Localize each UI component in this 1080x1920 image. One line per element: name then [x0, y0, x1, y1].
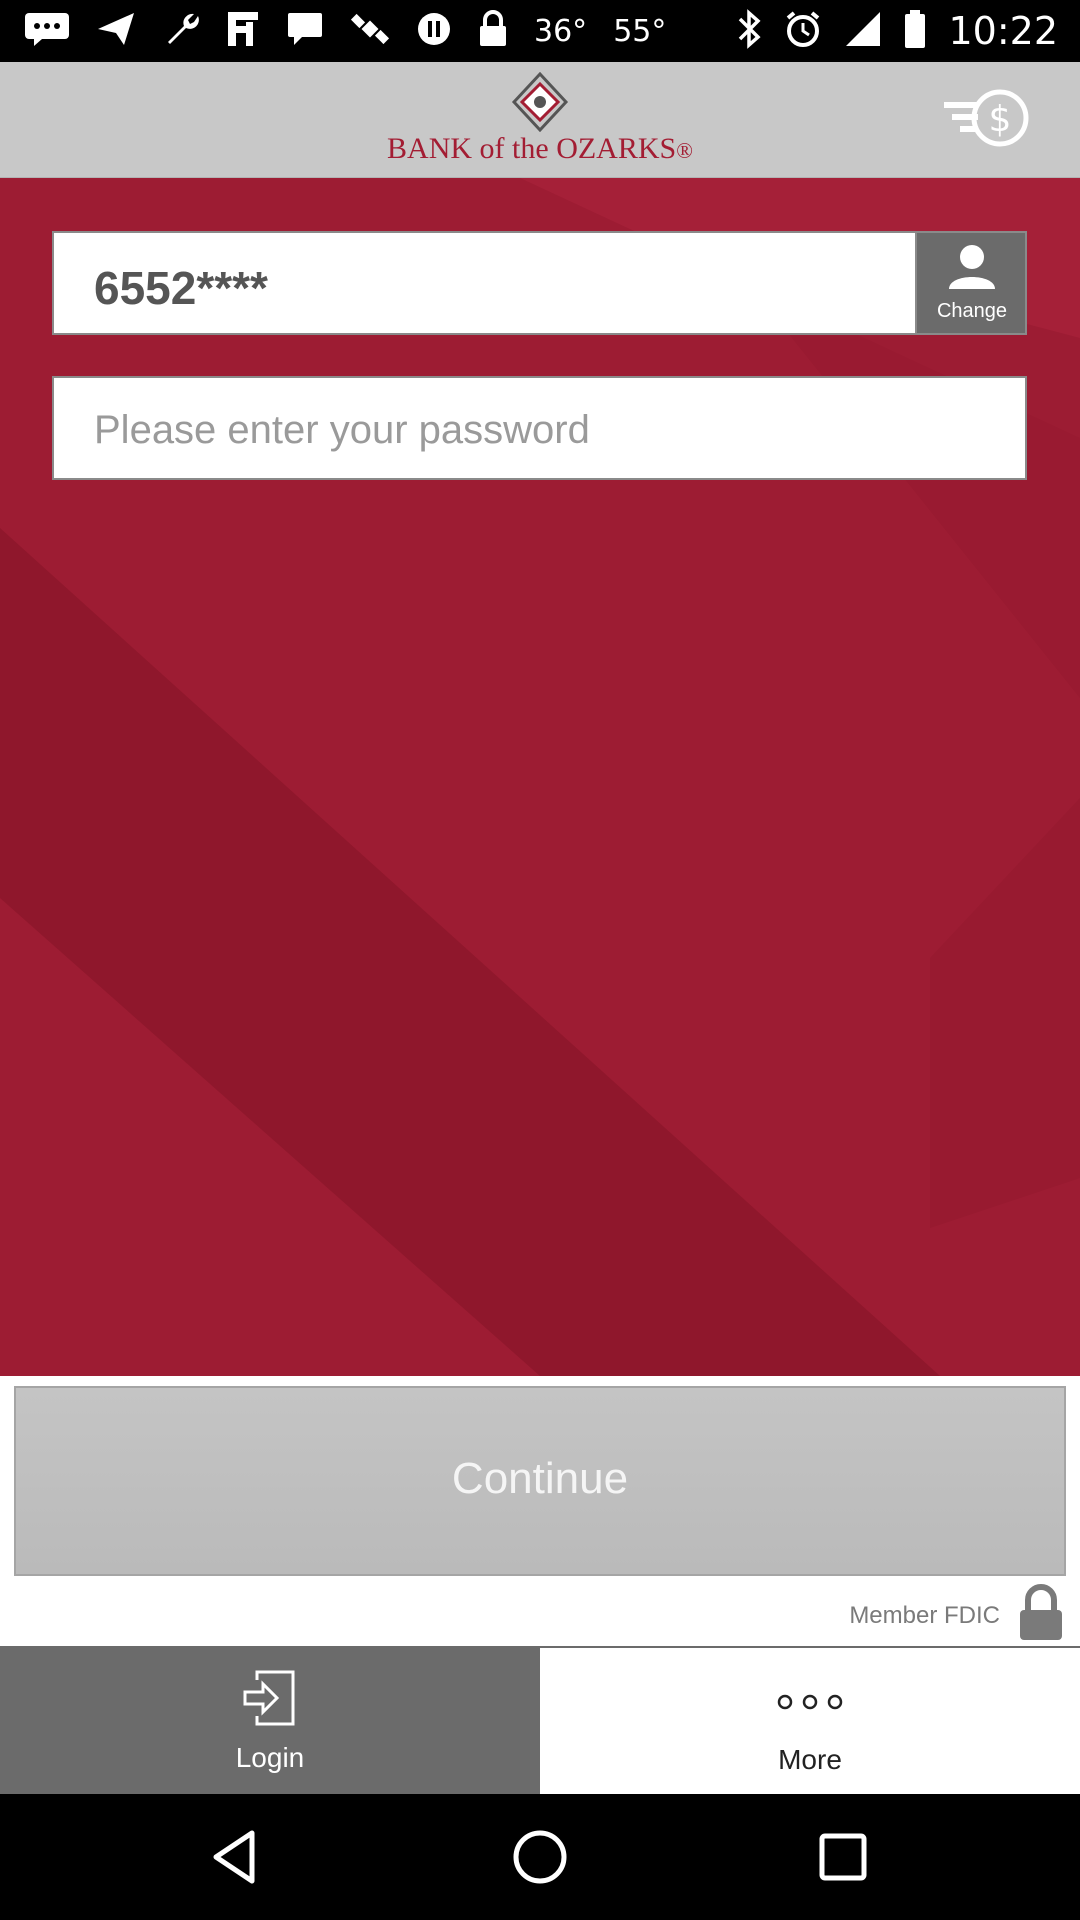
battery-icon: [904, 9, 926, 54]
back-icon[interactable]: [210, 1829, 260, 1885]
temperature-2: 55°: [613, 13, 667, 49]
send-icon: [96, 11, 136, 52]
bluetooth-icon: [736, 8, 762, 54]
svg-text:$: $: [989, 99, 1012, 140]
signal-icon: [844, 10, 882, 53]
action-panel: Continue Member FDIC: [0, 1376, 1080, 1646]
system-nav-bar: [0, 1794, 1080, 1920]
bottom-tab-bar: Login More: [0, 1646, 1080, 1794]
change-user-button[interactable]: Change: [915, 233, 1025, 333]
bank-logo: BANK of the OZARKS®: [380, 72, 700, 172]
tab-more[interactable]: More: [540, 1646, 1080, 1794]
password-field[interactable]: Please enter your password: [52, 376, 1027, 480]
app-header: BANK of the OZARKS® $: [0, 62, 1080, 178]
more-dots-icon: [777, 1694, 843, 1710]
login-background: 6552**** Change Please enter your passwo…: [0, 178, 1080, 1376]
status-bar: 36° 55° 10:22: [0, 0, 1080, 62]
user-icon: [949, 245, 995, 289]
menu-dollar-icon[interactable]: $: [942, 84, 1032, 154]
temperature-1: 36°: [534, 13, 588, 49]
alarm-icon: [784, 10, 822, 53]
clock: 10:22: [948, 9, 1058, 53]
pause-icon: [416, 11, 452, 52]
fit-icon: [226, 10, 260, 53]
login-icon: [243, 1670, 295, 1726]
tab-more-label: More: [778, 1744, 842, 1775]
message-icon: [24, 12, 70, 51]
logo-registered-mark: ®: [676, 138, 693, 163]
tab-login-label: Login: [235, 1742, 305, 1773]
recents-icon[interactable]: [818, 1832, 868, 1882]
chat-icon: [286, 11, 324, 52]
continue-button[interactable]: Continue: [14, 1386, 1066, 1576]
lock-icon: [1020, 1584, 1062, 1640]
lock-status-icon: [478, 9, 508, 53]
logo-text: BANK of the OZARKS: [387, 132, 677, 165]
member-fdic-text: Member FDIC: [849, 1602, 1000, 1629]
wrench-icon: [162, 10, 200, 53]
username-field[interactable]: 6552**** Change: [52, 231, 1027, 335]
change-user-label: Change: [936, 300, 1008, 322]
background-pattern: [0, 178, 1080, 1376]
continue-label: Continue: [451, 1454, 629, 1503]
username-value: 6552****: [94, 262, 268, 314]
logo-diamond-icon: [511, 72, 569, 132]
home-icon[interactable]: [512, 1829, 568, 1885]
password-placeholder: Please enter your password: [94, 408, 590, 452]
satellite-icon: [350, 9, 390, 54]
tab-login[interactable]: Login: [0, 1646, 540, 1794]
